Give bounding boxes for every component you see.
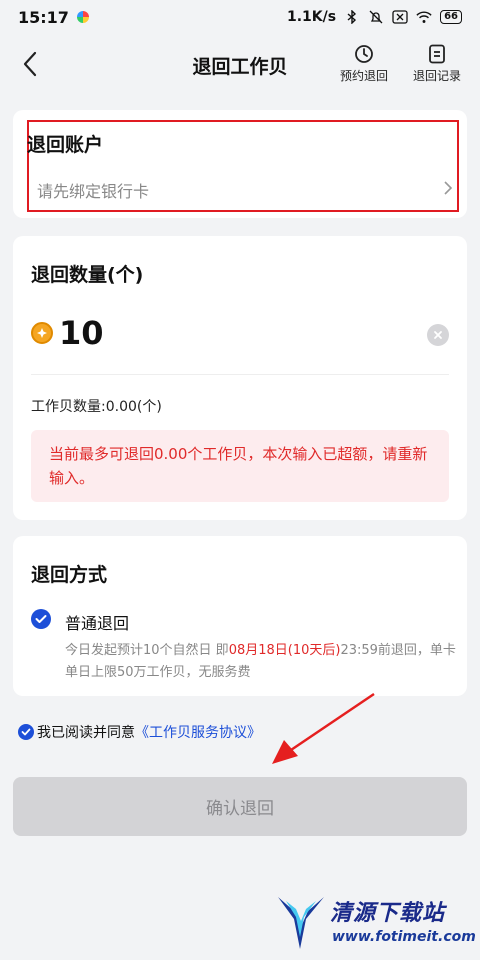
- balance-label: 工作贝数量:0.00(个): [31, 399, 162, 415]
- method-description: 今日发起预计10个自然日 即08月18日(10天后)23:59前退回，单卡单日上…: [65, 640, 461, 684]
- page-title: 退回工作贝: [192, 56, 288, 78]
- annotation-arrow-icon: [272, 692, 375, 764]
- mute-icon: [368, 10, 384, 24]
- back-button[interactable]: [14, 48, 46, 80]
- error-message: 当前最多可退回0.00个工作贝，本次输入已超额，请重新输入。: [49, 445, 428, 487]
- bind-bank-card-placeholder: 请先绑定银行卡: [37, 182, 150, 201]
- return-method-card: 退回方式 普通退回 今日发起预计10个自然日 即08月18日(10天后)23:5…: [13, 536, 467, 696]
- sim-off-icon: [392, 10, 408, 24]
- return-account-card: 退回账户 请先绑定银行卡: [13, 110, 467, 218]
- watermark-logo-icon: [278, 897, 324, 949]
- status-bar: 15:17 1.1K/s 66: [0, 0, 480, 34]
- agreement-row: 我已阅读并同意 《工作贝服务协议》: [18, 722, 261, 742]
- clock-icon: [355, 45, 373, 63]
- error-message-box: 当前最多可退回0.00个工作贝，本次输入已超额，请重新输入。: [31, 430, 449, 502]
- divider: [31, 374, 449, 375]
- document-icon: [429, 44, 445, 64]
- checkmark-icon: [35, 615, 47, 623]
- return-amount-card: 退回数量(个) 10 工作贝数量:0.00(个) 当前最多可退回0.00个工作贝…: [13, 236, 467, 520]
- confirm-return-button[interactable]: 确认退回: [13, 777, 467, 836]
- app-icon: [76, 11, 89, 23]
- schedule-return-label: 预约退回: [340, 69, 389, 83]
- watermark: 清源下载站 www.fotimeit.com: [274, 893, 476, 955]
- wifi-icon: [416, 10, 432, 24]
- back-chevron-icon: [23, 51, 37, 77]
- battery-icon: 66: [440, 10, 462, 24]
- return-records-button[interactable]: 退回记录: [413, 44, 461, 84]
- return-records-label: 退回记录: [413, 69, 462, 83]
- return-account-title: 退回账户: [27, 134, 104, 156]
- nav-bar: 退回工作贝 预约退回 退回记录: [0, 34, 480, 100]
- watermark-url: www.fotimeit.com: [332, 929, 476, 945]
- agreement-prefix: 我已阅读并同意: [37, 725, 135, 741]
- watermark-title: 清源下载站: [330, 901, 446, 926]
- method-desc-text: 今日发起预计10个自然日 即: [65, 643, 229, 658]
- method-radio-selected[interactable]: [31, 609, 51, 629]
- return-method-title: 退回方式: [31, 564, 108, 586]
- agreement-checkbox[interactable]: [18, 724, 34, 740]
- coin-icon: [31, 322, 53, 344]
- checkmark-icon: [21, 728, 31, 736]
- status-time: 15:17: [18, 7, 69, 27]
- return-amount-title: 退回数量(个): [31, 264, 144, 286]
- status-right: 1.1K/s 66: [287, 9, 462, 25]
- network-speed: 1.1K/s: [286, 9, 337, 25]
- service-agreement-link[interactable]: 《工作贝服务协议》: [135, 722, 261, 742]
- close-icon: [434, 331, 442, 339]
- normal-return-option[interactable]: 普通退回: [65, 610, 129, 634]
- bind-bank-card-row[interactable]: 请先绑定银行卡: [27, 166, 459, 210]
- amount-input[interactable]: 10: [59, 314, 104, 352]
- clear-input-button[interactable]: [427, 324, 449, 346]
- chevron-right-icon: [444, 181, 453, 195]
- schedule-return-button[interactable]: 预约退回: [340, 44, 388, 84]
- return-date-highlight: 08月18日(10天后): [228, 643, 341, 658]
- bluetooth-icon: [344, 10, 360, 24]
